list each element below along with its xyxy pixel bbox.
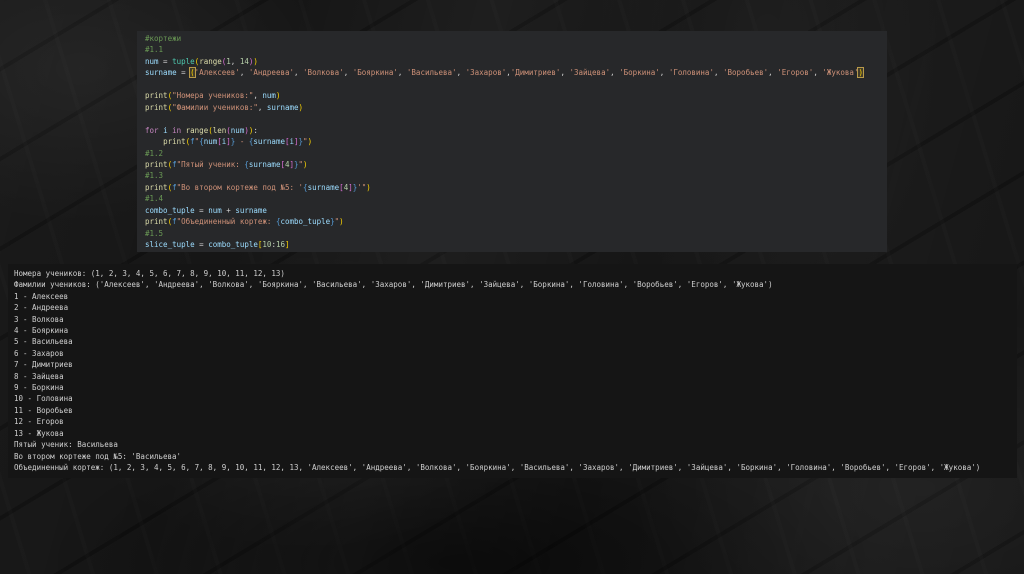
code-line: for i in range(len(num)):	[145, 125, 258, 135]
code-line: num = tuple(range(1, 14))	[145, 56, 258, 66]
console-line: 7 - Димитриев	[14, 360, 73, 370]
code-line: #1.5	[145, 228, 164, 238]
console-line: 13 - Жукова	[14, 428, 64, 438]
console-line: Пятый ученик: Васильева	[14, 440, 118, 450]
code-line: #1.3	[145, 171, 164, 181]
console-line: 1 - Алексеев	[14, 291, 69, 301]
code-line: #1.4	[145, 194, 164, 204]
code-line: #кортежи	[145, 34, 182, 43]
console-line: 5 - Васильева	[14, 337, 73, 347]
console-line: Во втором кортеже под №5: 'Васильева'	[14, 451, 182, 461]
console-line: Фамилии учеников: ('Алексеев', 'Андреева…	[14, 280, 773, 290]
console-line: 12 - Егоров	[14, 417, 64, 427]
code-line: surname = ('Алексеев', 'Андреева', 'Волк…	[145, 67, 864, 79]
console-line: Объединенный кортеж: (1, 2, 3, 4, 5, 6, …	[14, 462, 981, 472]
desktop-background: #кортежи #1.1 num = tuple(range(1, 14)) sur…	[0, 0, 1024, 574]
code-line: #1.1	[145, 45, 164, 55]
code-line: print(f"Во втором кортеже под №5: '{surn…	[145, 182, 371, 192]
console-line: 4 - Бояркина	[14, 326, 69, 336]
code-lines: #кортежи #1.1 num = tuple(range(1, 14)) sur…	[145, 33, 887, 251]
console-line: 2 - Андреева	[14, 303, 69, 313]
console-output-panel: Номера учеников: (1, 2, 3, 4, 5, 6, 7, 8…	[8, 264, 1017, 478]
code-line: print(f"{num[i]} - {surname[i]}")	[163, 137, 313, 147]
console-line: 3 - Волкова	[14, 314, 64, 324]
console-line: 11 - Воробьев	[14, 405, 73, 415]
console-line: 9 - Боркина	[14, 383, 64, 393]
code-line: print("Фамилии учеников:", surname)	[145, 102, 304, 112]
code-line: slice_tuple = combo_tuple[10:16]	[145, 240, 290, 250]
code-editor-panel[interactable]: #кортежи #1.1 num = tuple(range(1, 14)) sur…	[137, 31, 887, 252]
console-lines: Номера учеников: (1, 2, 3, 4, 5, 6, 7, 8…	[14, 268, 1017, 473]
code-line: print("Номера учеников:", num)	[145, 91, 281, 101]
console-line: 8 - Зайцева	[14, 371, 64, 381]
console-line: Номера учеников: (1, 2, 3, 4, 5, 6, 7, 8…	[14, 269, 285, 278]
code-line: print(f"Объединенный кортеж: {combo_tupl…	[145, 217, 344, 227]
code-line: #1.2	[145, 148, 164, 158]
code-line: combo_tuple = num + surname	[145, 205, 267, 215]
console-line: 10 - Головина	[14, 394, 73, 404]
code-line: print(f"Пятый ученик: {surname[4]}")	[145, 159, 308, 169]
console-line: 6 - Захаров	[14, 348, 64, 358]
